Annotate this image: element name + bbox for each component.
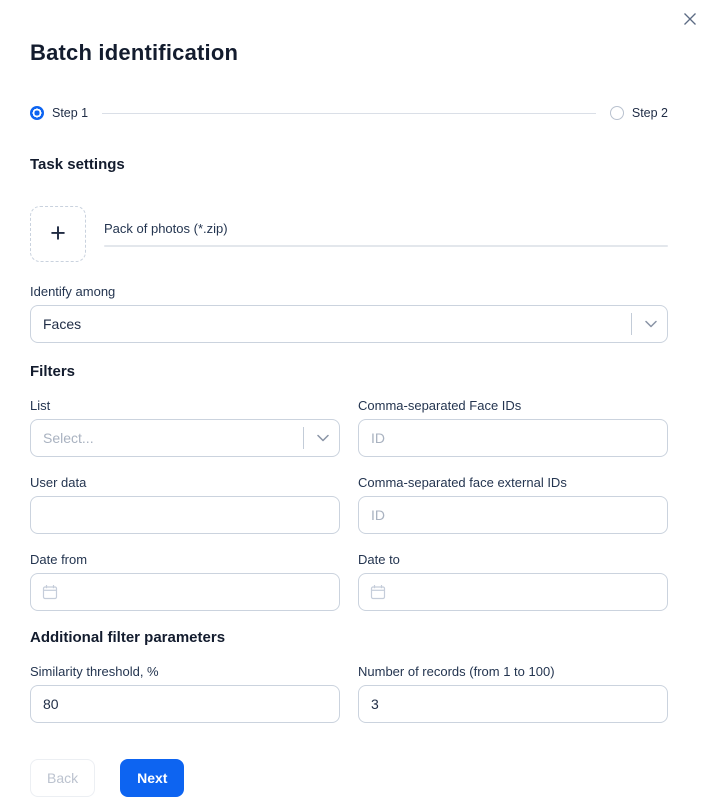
list-label: List (30, 398, 340, 413)
identify-among-field: Identify among (30, 284, 668, 343)
date-from-input[interactable] (30, 573, 340, 611)
wizard-stepper: Step 1 Step 2 (30, 106, 668, 120)
date-from-label: Date from (30, 552, 340, 567)
select-divider (631, 313, 632, 335)
close-button[interactable] (681, 10, 699, 28)
upload-row: + Pack of photos (*.zip) (30, 206, 668, 262)
list-field: List (30, 398, 340, 457)
date-to-picker[interactable] (358, 573, 668, 611)
batch-identification-dialog: Batch identification Step 1 Step 2 Task … (30, 0, 668, 797)
records-input[interactable] (358, 685, 668, 723)
task-settings-heading: Task settings (30, 156, 668, 173)
similarity-field: Similarity threshold, % (30, 664, 340, 723)
external-ids-label: Comma-separated face external IDs (358, 475, 668, 490)
additional-filters-heading: Additional filter parameters (30, 629, 668, 646)
page-title: Batch identification (30, 40, 668, 66)
upload-underline (104, 245, 668, 247)
face-ids-label: Comma-separated Face IDs (358, 398, 668, 413)
identify-among-label: Identify among (30, 284, 668, 299)
records-field: Number of records (from 1 to 100) (358, 664, 668, 723)
list-select[interactable] (30, 419, 340, 457)
upload-photos-button[interactable]: + (30, 206, 86, 262)
user-data-field: User data (30, 475, 340, 534)
additional-filters-grid: Similarity threshold, % Number of record… (30, 664, 668, 741)
identify-among-input[interactable] (30, 305, 668, 343)
date-to-label: Date to (358, 552, 668, 567)
plus-icon: + (50, 220, 66, 247)
close-icon (683, 12, 697, 26)
face-ids-field: Comma-separated Face IDs (358, 398, 668, 457)
similarity-label: Similarity threshold, % (30, 664, 340, 679)
stepper-connector-line (102, 113, 596, 114)
user-data-label: User data (30, 475, 340, 490)
similarity-input[interactable] (30, 685, 340, 723)
date-from-field: Date from (30, 552, 340, 611)
date-to-field: Date to (358, 552, 668, 611)
step-2-item: Step 2 (610, 106, 668, 120)
upload-field: Pack of photos (*.zip) (104, 206, 668, 262)
face-ids-input[interactable] (358, 419, 668, 457)
identify-among-select[interactable] (30, 305, 668, 343)
records-label: Number of records (from 1 to 100) (358, 664, 668, 679)
back-button[interactable]: Back (30, 759, 95, 797)
filters-heading: Filters (30, 363, 668, 380)
date-to-input[interactable] (358, 573, 668, 611)
step-1-item: Step 1 (30, 106, 88, 120)
step-1-radio-icon (30, 106, 44, 120)
step-2-radio-icon (610, 106, 624, 120)
filters-grid: List Comma-separated Face IDs User data … (30, 398, 668, 629)
next-button[interactable]: Next (120, 759, 184, 797)
dialog-actions: Back Next (30, 759, 668, 797)
step-2-label: Step 2 (632, 106, 668, 120)
user-data-input[interactable] (30, 496, 340, 534)
select-divider (303, 427, 304, 449)
step-1-label: Step 1 (52, 106, 88, 120)
external-ids-field: Comma-separated face external IDs (358, 475, 668, 534)
list-select-input[interactable] (30, 419, 340, 457)
external-ids-input[interactable] (358, 496, 668, 534)
upload-label: Pack of photos (*.zip) (104, 221, 668, 236)
date-from-picker[interactable] (30, 573, 340, 611)
